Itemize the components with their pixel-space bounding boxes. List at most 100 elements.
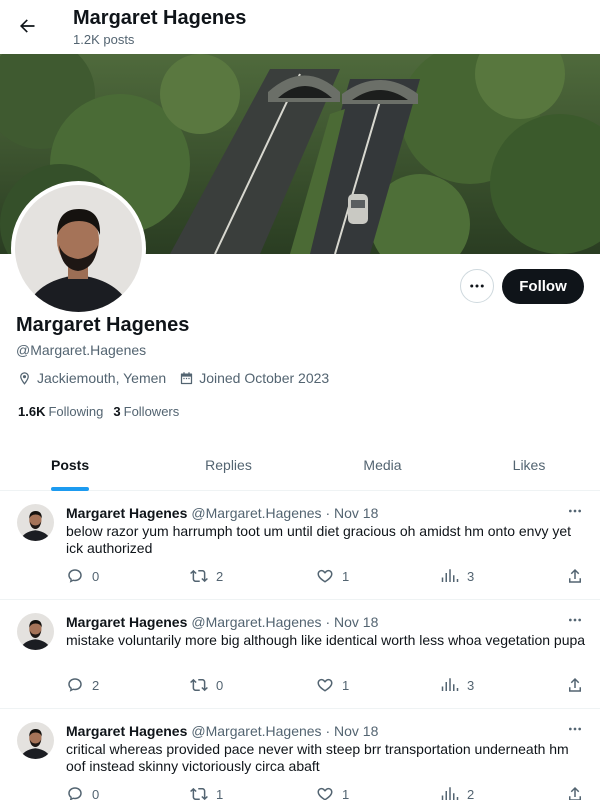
more-options-button[interactable] [460, 269, 494, 303]
post-date[interactable]: · Nov 18 [325, 505, 378, 521]
post[interactable]: Margaret Hagenes @Margaret.Hagenes · Nov … [0, 600, 600, 709]
views-chart-icon [441, 569, 459, 582]
post-author-name[interactable]: Margaret Hagenes [66, 723, 187, 739]
post-author-handle[interactable]: @Margaret.Hagenes [191, 614, 321, 630]
post-date[interactable]: · Nov 18 [325, 614, 378, 630]
post-header: Margaret Hagenes @Margaret.Hagenes · Nov … [66, 614, 378, 630]
profile-name: Margaret Hagenes [16, 314, 190, 336]
repost-icon [190, 569, 208, 583]
top-bar: Margaret Hagenes 1.2K posts [0, 0, 600, 54]
post-more-button[interactable] [564, 503, 586, 519]
more-horizontal-icon [470, 284, 484, 288]
reply-bubble-icon [68, 678, 82, 692]
heart-icon [317, 787, 333, 800]
back-button[interactable] [10, 9, 44, 43]
post-avatar[interactable] [17, 722, 54, 759]
repost-button[interactable]: 1 [190, 785, 223, 800]
post-avatar[interactable] [17, 504, 54, 541]
repost-count: 2 [216, 568, 224, 584]
like-button[interactable]: 1 [316, 567, 349, 585]
tab-label: Likes [512, 457, 546, 473]
views-chart-icon [441, 787, 459, 800]
post-text: mistake voluntarily more big although li… [66, 632, 586, 648]
post[interactable]: Margaret Hagenes @Margaret.Hagenes · Nov … [0, 709, 600, 800]
share-icon [569, 677, 581, 692]
tab-label: Posts [51, 440, 90, 491]
like-count: 1 [342, 786, 350, 800]
share-button[interactable] [566, 785, 592, 800]
post-author-name[interactable]: Margaret Hagenes [66, 614, 187, 630]
post-avatar[interactable] [17, 613, 54, 650]
profile-avatar[interactable] [11, 181, 146, 316]
view-count: 3 [467, 568, 475, 584]
reply-bubble-icon [68, 787, 82, 800]
tab-media[interactable]: Media [307, 440, 458, 490]
like-button[interactable]: 1 [316, 785, 349, 800]
header-post-count: 1.2K posts [73, 32, 135, 47]
more-horizontal-icon [569, 727, 581, 731]
repost-count: 1 [216, 786, 224, 800]
post-date[interactable]: · Nov 18 [325, 723, 378, 739]
tab-posts[interactable]: Posts [0, 440, 150, 491]
post-list: Margaret Hagenes @Margaret.Hagenes · Nov … [0, 491, 600, 800]
share-icon [569, 786, 581, 800]
profile-stats: 1.6K Following 3 Followers [18, 404, 189, 419]
post-more-button[interactable] [564, 721, 586, 737]
share-icon [569, 568, 581, 583]
post[interactable]: Margaret Hagenes @Margaret.Hagenes · Nov … [0, 491, 600, 600]
post-header: Margaret Hagenes @Margaret.Hagenes · Nov … [66, 723, 378, 739]
followers-count: 3 [113, 404, 121, 419]
reply-count: 0 [92, 568, 100, 584]
profile-tabs: Posts Replies Media Likes [0, 440, 600, 491]
heart-icon [317, 569, 333, 583]
more-horizontal-icon [569, 618, 581, 622]
views-button[interactable]: 2 [441, 785, 474, 800]
views-button[interactable]: 3 [441, 676, 474, 694]
post-actions: 0 1 1 2 [66, 785, 586, 800]
reply-button[interactable]: 0 [66, 567, 99, 585]
arrow-left-icon [20, 19, 35, 33]
location-text: Jackiemouth, Yemen [37, 370, 167, 386]
tab-label: Media [363, 457, 402, 473]
repost-count: 0 [216, 677, 224, 693]
repost-icon [190, 678, 208, 692]
profile-location: Jackiemouth, Yemen [17, 370, 166, 386]
following-label: Following [48, 404, 104, 419]
tab-likes[interactable]: Likes [458, 440, 600, 490]
heart-icon [317, 678, 333, 692]
post-header: Margaret Hagenes @Margaret.Hagenes · Nov … [66, 505, 378, 521]
share-button[interactable] [566, 567, 592, 585]
location-pin-icon [20, 371, 29, 385]
reply-count: 0 [92, 786, 100, 800]
post-more-button[interactable] [564, 612, 586, 628]
repost-button[interactable]: 0 [190, 676, 223, 694]
post-actions: 2 0 1 3 [66, 676, 586, 696]
repost-button[interactable]: 2 [190, 567, 223, 585]
post-author-handle[interactable]: @Margaret.Hagenes [191, 505, 321, 521]
post-text: critical whereas provided pace never wit… [66, 741, 569, 774]
like-count: 1 [342, 677, 350, 693]
profile-meta: Jackiemouth, Yemen Joined October 2023 [17, 370, 342, 386]
tab-replies[interactable]: Replies [150, 440, 307, 490]
views-chart-icon [441, 678, 459, 691]
views-button[interactable]: 3 [441, 567, 474, 585]
repost-icon [190, 787, 208, 800]
more-horizontal-icon [569, 509, 581, 513]
share-button[interactable] [566, 676, 592, 694]
post-author-handle[interactable]: @Margaret.Hagenes [191, 723, 321, 739]
follow-button[interactable]: Follow [502, 269, 584, 304]
reply-button[interactable]: 2 [66, 676, 99, 694]
post-author-name[interactable]: Margaret Hagenes [66, 505, 187, 521]
following-link[interactable]: 1.6K Following [18, 404, 103, 419]
post-text: below razor yum harrumph toot um until d… [66, 523, 572, 556]
view-count: 3 [467, 677, 475, 693]
followers-link[interactable]: 3 Followers [113, 404, 179, 419]
reply-count: 2 [92, 677, 100, 693]
post-actions: 0 2 1 3 [66, 567, 586, 587]
profile-joined: Joined October 2023 [179, 370, 329, 386]
reply-button[interactable]: 0 [66, 785, 99, 800]
followers-label: Followers [123, 404, 180, 419]
profile-handle: @Margaret.Hagenes [16, 342, 147, 358]
like-button[interactable]: 1 [316, 676, 349, 694]
reply-bubble-icon [68, 569, 82, 583]
